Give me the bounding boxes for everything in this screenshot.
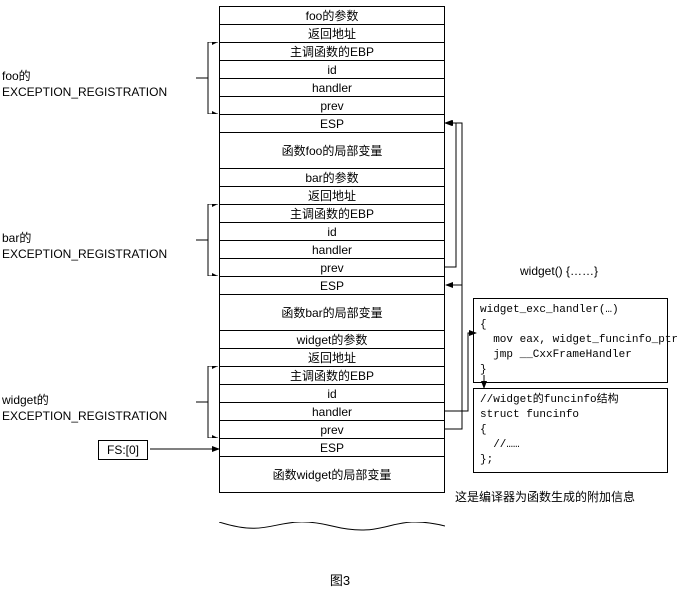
cell-bar-handler: handler xyxy=(220,241,444,259)
label-widget-line1: widget的 xyxy=(2,393,49,407)
cell-widget-locals: 函数widget的局部变量 xyxy=(220,457,444,493)
label-foo-reg: foo的 EXCEPTION_REGISTRATION xyxy=(2,68,167,100)
bracket-bar xyxy=(196,204,218,276)
cell-widget-esp: ESP xyxy=(220,439,444,457)
label-bar-reg: bar的 EXCEPTION_REGISTRATION xyxy=(2,230,167,262)
label-bar-line2: EXCEPTION_REGISTRATION xyxy=(2,247,167,261)
cell-widget-ebp: 主调函数的EBP xyxy=(220,367,444,385)
cell-bar-id: id xyxy=(220,223,444,241)
label-bar-line1: bar的 xyxy=(2,231,31,245)
cell-foo-locals: 函数foo的局部变量 xyxy=(220,133,444,169)
cell-widget-return: 返回地址 xyxy=(220,349,444,367)
label-foo-line2: EXCEPTION_REGISTRATION xyxy=(2,85,167,99)
cell-foo-handler: handler xyxy=(220,79,444,97)
cell-widget-id: id xyxy=(220,385,444,403)
cell-foo-prev: prev xyxy=(220,97,444,115)
cell-bar-ebp: 主调函数的EBP xyxy=(220,205,444,223)
cell-foo-return: 返回地址 xyxy=(220,25,444,43)
cell-foo-ebp: 主调函数的EBP xyxy=(220,43,444,61)
funcinfo-struct-box: //widget的funcinfo结构 struct funcinfo { //… xyxy=(473,388,668,473)
widget-fn-label: widget() {……} xyxy=(520,264,598,278)
stack-frame-table: foo的参数 返回地址 主调函数的EBP id handler prev ESP… xyxy=(219,6,445,493)
cell-bar-locals: 函数bar的局部变量 xyxy=(220,295,444,331)
cell-foo-esp: ESP xyxy=(220,115,444,133)
figure-caption: 图3 xyxy=(0,570,680,589)
label-widget-line2: EXCEPTION_REGISTRATION xyxy=(2,409,167,423)
compiler-note: 这是编译器为函数生成的附加信息 xyxy=(455,488,635,505)
cell-bar-params: bar的参数 xyxy=(220,169,444,187)
cell-widget-prev: prev xyxy=(220,421,444,439)
fs-zero-box: FS:[0] xyxy=(98,440,148,460)
cell-bar-return: 返回地址 xyxy=(220,187,444,205)
cell-bar-esp: ESP xyxy=(220,277,444,295)
cell-foo-id: id xyxy=(220,61,444,79)
cell-bar-prev: prev xyxy=(220,259,444,277)
bracket-foo xyxy=(196,42,218,114)
label-foo-line1: foo的 xyxy=(2,69,31,83)
stack-bottom-curve xyxy=(219,522,445,542)
cell-foo-params: foo的参数 xyxy=(220,7,444,25)
cell-widget-params: widget的参数 xyxy=(220,331,444,349)
cell-widget-handler: handler xyxy=(220,403,444,421)
widget-exc-handler-box: widget_exc_handler(…) { mov eax, widget_… xyxy=(473,298,668,383)
label-widget-reg: widget的 EXCEPTION_REGISTRATION xyxy=(2,392,167,424)
bracket-widget xyxy=(196,366,218,438)
